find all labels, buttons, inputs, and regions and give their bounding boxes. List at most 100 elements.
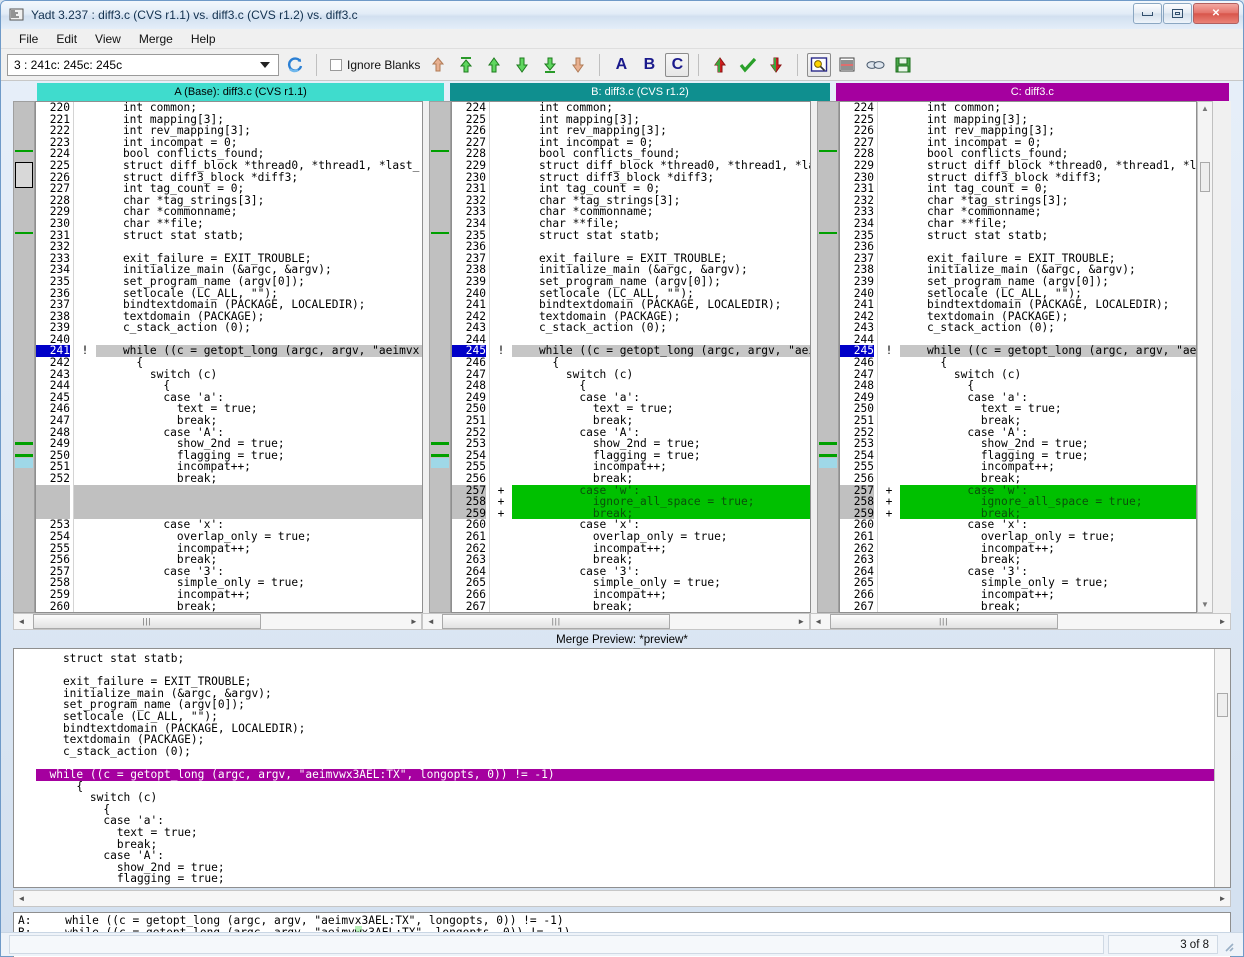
status-diff-counter: 3 of 8	[1108, 935, 1218, 954]
version-button-b[interactable]: B	[637, 53, 661, 77]
hscrollbar-a[interactable]: ◄ ||| ►	[13, 613, 422, 630]
menu-item-file[interactable]: File	[11, 30, 46, 48]
scroll-left-arrow-c[interactable]: ◄	[811, 617, 826, 626]
preview-toggle-icon[interactable]	[807, 53, 831, 77]
merge-accept-icon[interactable]	[736, 53, 760, 77]
hscroll-thumb-b[interactable]: |||	[442, 614, 670, 629]
merge-preview-vscrollbar[interactable]	[1214, 649, 1230, 887]
chevron-down-icon[interactable]	[260, 62, 270, 68]
hscroll-track-a[interactable]: |||	[29, 614, 406, 629]
refresh-icon[interactable]	[283, 53, 307, 77]
hscroll-track-c[interactable]: |||	[826, 614, 1215, 629]
first-diff-icon[interactable]	[426, 53, 450, 77]
save-icon[interactable]	[891, 53, 915, 77]
code-text-a[interactable]: int common; int mapping[3]; int rev_mapp…	[96, 102, 422, 612]
menu-item-help[interactable]: Help	[183, 30, 224, 48]
prev-diff-icon[interactable]	[482, 53, 506, 77]
next-diff-bottom-icon[interactable]	[538, 53, 562, 77]
code-line: c_stack_action (0);	[96, 322, 422, 334]
mp-scroll-left-arrow[interactable]: ◄	[14, 894, 29, 903]
menu-item-view[interactable]: View	[87, 30, 129, 48]
code-line: {	[900, 357, 1196, 369]
change-marker	[490, 531, 512, 543]
code-view-a[interactable]: 2202212222232242252262272282292302312322…	[35, 101, 423, 613]
close-button[interactable]: ✕	[1193, 3, 1239, 24]
code-text-c[interactable]: int common; int mapping[3]; int rev_mapp…	[900, 102, 1196, 612]
merge-preview-line: flagging = true;	[36, 873, 1214, 885]
scroll-right-arrow-b[interactable]: ►	[794, 617, 809, 626]
line-number: 268	[452, 612, 486, 613]
line-number: 247	[36, 415, 70, 427]
line-view-icon[interactable]	[835, 53, 859, 77]
code-line: bindtextdomain (PACKAGE, LOCALEDIR);	[900, 299, 1196, 311]
line-number: 239	[452, 276, 486, 288]
diff-map-a[interactable]	[13, 101, 35, 613]
code-vscrollbar-c[interactable]: ▲▼	[1197, 101, 1213, 613]
hscroll-track-b[interactable]: |||	[438, 614, 793, 629]
change-marker	[878, 531, 900, 543]
code-view-b[interactable]: 2242252262272282292302312322332342352362…	[451, 101, 811, 613]
code-text-b[interactable]: int common; int mapping[3]; int rev_mapp…	[512, 102, 810, 612]
hscrollbar-b[interactable]: ◄ ||| ►	[422, 613, 809, 630]
merge-down-icon[interactable]	[764, 53, 788, 77]
line-number: 266	[840, 589, 874, 601]
status-bar: 3 of 8	[1, 932, 1243, 956]
code-line: break;	[900, 415, 1196, 427]
checkbox-box[interactable]	[330, 59, 342, 71]
scroll-right-arrow-c[interactable]: ►	[1215, 617, 1230, 626]
merge-preview-line: case 'a':	[36, 815, 1214, 827]
pane-title-b: B: diff3.c (CVS r1.2)	[450, 83, 829, 101]
minimize-button[interactable]	[1133, 3, 1162, 24]
next-diff-icon[interactable]	[510, 53, 534, 77]
restore-button[interactable]	[1163, 3, 1192, 24]
code-vscroll-thumb[interactable]	[1200, 162, 1210, 192]
diff-map-b[interactable]	[429, 101, 451, 613]
toolbar-separator-3	[698, 54, 699, 76]
line-number-gutter-c: 2242252262272282292302312322332342352362…	[840, 102, 878, 612]
diff-hunk-combobox[interactable]: 3 : 241c: 245c: 245c	[7, 54, 279, 76]
scroll-left-arrow-a[interactable]: ◄	[14, 617, 29, 626]
last-diff-icon[interactable]	[566, 53, 590, 77]
prev-diff-top-icon[interactable]	[454, 53, 478, 77]
line-number: 268	[840, 612, 874, 613]
scroll-down-arrow[interactable]: ▼	[1201, 598, 1209, 612]
menu-item-merge[interactable]: Merge	[131, 30, 181, 48]
hscroll-thumb-a[interactable]: |||	[33, 614, 261, 629]
merge-preview-code[interactable]: struct stat statb; exit_failure = EXIT_T…	[36, 649, 1214, 887]
hscrollbar-c[interactable]: ◄ ||| ►	[810, 613, 1231, 630]
line-number: 259	[36, 589, 70, 601]
code-line: bindtextdomain (PACKAGE, LOCALEDIR);	[512, 299, 810, 311]
hscroll-thumb-c[interactable]: |||	[830, 614, 1058, 629]
code-line: break;	[512, 554, 810, 566]
diff-hunk-value: 3 : 241c: 245c: 245c	[14, 58, 260, 72]
menu-item-edit[interactable]: Edit	[48, 30, 85, 48]
resize-grip[interactable]	[1221, 935, 1235, 954]
mp-scroll-right-arrow[interactable]: ►	[1215, 894, 1230, 903]
code-line: break;	[512, 473, 810, 485]
code-view-c[interactable]: 2242252262272282292302312322332342352362…	[839, 101, 1197, 613]
ignore-blanks-checkbox[interactable]: Ignore Blanks	[330, 58, 420, 72]
version-button-a[interactable]: A	[609, 53, 633, 77]
change-marker	[74, 183, 96, 195]
merge-preview-hscrollbar[interactable]: ◄ ►	[13, 890, 1231, 907]
scroll-left-arrow-b[interactable]: ◄	[423, 617, 438, 626]
find-icon[interactable]	[863, 53, 887, 77]
change-marker	[490, 218, 512, 230]
diff-map-current-mark	[431, 458, 449, 468]
code-line: break;	[96, 415, 422, 427]
diff-map-c[interactable]	[817, 101, 839, 613]
line-number: 220	[36, 102, 70, 114]
diff-map-thumb[interactable]	[15, 162, 33, 188]
scroll-up-arrow[interactable]: ▲	[1201, 102, 1209, 116]
line-number: 263	[452, 554, 486, 566]
merge-up-icon[interactable]	[708, 53, 732, 77]
change-marker	[490, 276, 512, 288]
version-button-c[interactable]: C	[665, 53, 689, 77]
diff-map-mark	[15, 442, 33, 445]
mp-hscroll-track[interactable]	[29, 891, 1215, 906]
change-marker	[878, 102, 900, 114]
code-line: break;	[900, 473, 1196, 485]
diff-map-mark	[431, 232, 449, 234]
scroll-right-arrow-a[interactable]: ►	[406, 617, 421, 626]
merge-preview-vscroll-thumb[interactable]	[1217, 693, 1228, 717]
